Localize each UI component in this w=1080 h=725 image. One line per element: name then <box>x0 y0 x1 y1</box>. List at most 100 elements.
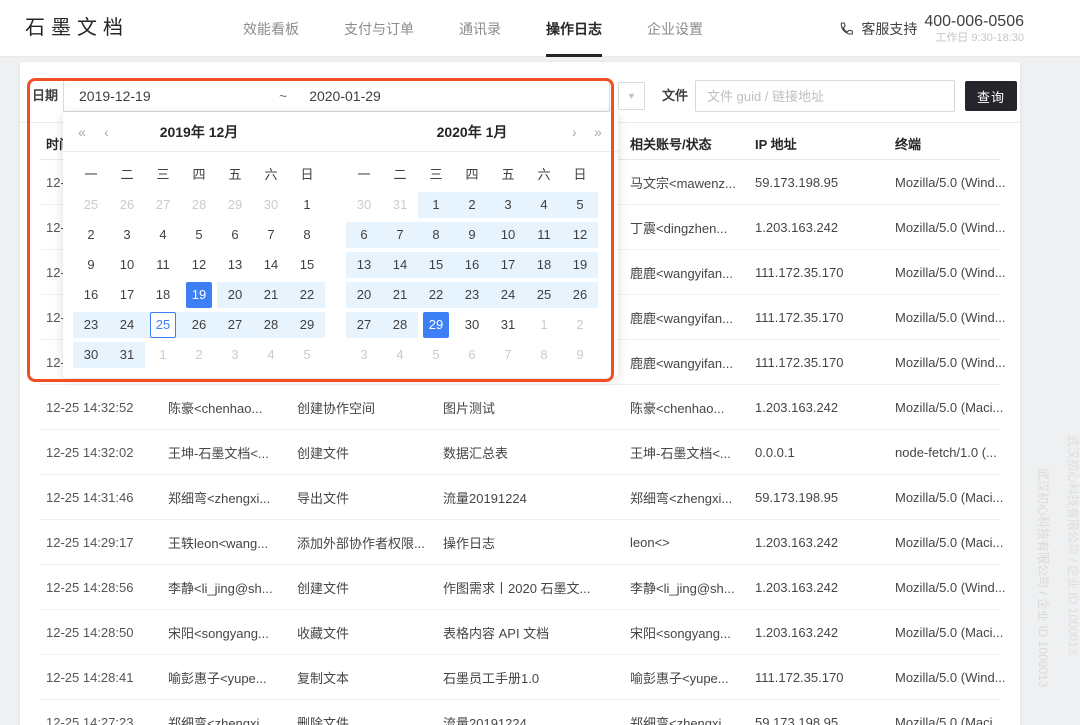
day-cell[interactable]: 5 <box>562 190 598 220</box>
day-cell[interactable]: 23 <box>454 280 490 310</box>
day-cell[interactable]: 30 <box>253 190 289 220</box>
day-cell[interactable]: 8 <box>526 340 562 370</box>
day-cell[interactable]: 1 <box>289 190 325 220</box>
day-cell[interactable]: 21 <box>253 280 289 310</box>
day-cell[interactable]: 26 <box>181 310 217 340</box>
day-cell[interactable]: 11 <box>145 250 181 280</box>
day-cell[interactable]: 17 <box>109 280 145 310</box>
day-cell[interactable]: 9 <box>73 250 109 280</box>
day-cell[interactable]: 2 <box>562 310 598 340</box>
day-cell[interactable]: 19 <box>562 250 598 280</box>
day-cell[interactable]: 22 <box>289 280 325 310</box>
day-cell[interactable]: 18 <box>145 280 181 310</box>
day-cell[interactable]: 16 <box>454 250 490 280</box>
day-cell[interactable]: 26 <box>109 190 145 220</box>
query-button[interactable]: 查询 <box>965 81 1017 111</box>
nav-tab-payments[interactable]: 支付与订单 <box>344 0 414 57</box>
day-cell[interactable]: 15 <box>418 250 454 280</box>
day-cell[interactable]: 17 <box>490 250 526 280</box>
day-cell[interactable]: 8 <box>289 220 325 250</box>
day-cell[interactable]: 12 <box>181 250 217 280</box>
day-cell[interactable]: 1 <box>418 190 454 220</box>
day-cell[interactable]: 15 <box>289 250 325 280</box>
day-cell[interactable]: 20 <box>217 280 253 310</box>
day-cell[interactable]: 4 <box>145 220 181 250</box>
day-cell[interactable]: 30 <box>73 340 109 370</box>
day-cell[interactable]: 14 <box>253 250 289 280</box>
day-cell[interactable]: 4 <box>382 340 418 370</box>
day-cell[interactable]: 3 <box>346 340 382 370</box>
day-cell[interactable]: 7 <box>253 220 289 250</box>
date-preset-select[interactable]: ▼ <box>618 82 645 110</box>
date-range-input[interactable]: 2019-12-19 ~ 2020-01-29 <box>63 80 610 112</box>
date-end-value[interactable]: 2020-01-29 <box>309 88 381 104</box>
day-cell[interactable]: 31 <box>490 310 526 340</box>
day-cell[interactable]: 26 <box>562 280 598 310</box>
day-cell[interactable]: 7 <box>490 340 526 370</box>
day-cell[interactable]: 5 <box>418 340 454 370</box>
day-cell[interactable]: 12 <box>562 220 598 250</box>
day-cell[interactable]: 16 <box>73 280 109 310</box>
day-cell[interactable]: 4 <box>526 190 562 220</box>
day-cell[interactable]: 10 <box>109 250 145 280</box>
day-cell[interactable]: 11 <box>526 220 562 250</box>
nav-tab-contacts[interactable]: 通讯录 <box>459 0 501 57</box>
day-cell[interactable]: 2 <box>73 220 109 250</box>
day-cell[interactable]: 2 <box>181 340 217 370</box>
day-cell[interactable]: 21 <box>382 280 418 310</box>
file-guid-input[interactable] <box>695 80 955 112</box>
day-cell[interactable]: 2 <box>454 190 490 220</box>
day-cell[interactable]: 28 <box>382 310 418 340</box>
day-cell[interactable]: 3 <box>217 340 253 370</box>
day-cell[interactable]: 25 <box>145 310 181 340</box>
day-cell[interactable]: 28 <box>253 310 289 340</box>
day-cell[interactable]: 29 <box>289 310 325 340</box>
day-cell[interactable]: 18 <box>526 250 562 280</box>
day-cell[interactable]: 29 <box>217 190 253 220</box>
day-cell[interactable]: 22 <box>418 280 454 310</box>
day-cell[interactable]: 1 <box>526 310 562 340</box>
day-cell[interactable]: 6 <box>454 340 490 370</box>
day-cell[interactable]: 3 <box>109 220 145 250</box>
day-cell[interactable]: 10 <box>490 220 526 250</box>
day-cell[interactable]: 6 <box>217 220 253 250</box>
day-cell[interactable]: 30 <box>346 190 382 220</box>
cell-terminal: Mozilla/5.0 (Wind... <box>895 565 1020 609</box>
next-month-icon[interactable]: › <box>572 112 577 152</box>
next-year-icon[interactable]: » <box>594 112 602 152</box>
day-cell[interactable]: 29 <box>418 310 454 340</box>
nav-tab-dashboard[interactable]: 效能看板 <box>243 0 299 57</box>
day-cell[interactable]: 5 <box>289 340 325 370</box>
date-start-value[interactable]: 2019-12-19 <box>79 88 279 104</box>
day-cell[interactable]: 19 <box>181 280 217 310</box>
day-cell[interactable]: 7 <box>382 220 418 250</box>
day-cell[interactable]: 20 <box>346 280 382 310</box>
day-cell[interactable]: 1 <box>145 340 181 370</box>
day-cell[interactable]: 9 <box>562 340 598 370</box>
day-cell[interactable]: 27 <box>346 310 382 340</box>
day-cell[interactable]: 9 <box>454 220 490 250</box>
day-cell[interactable]: 3 <box>490 190 526 220</box>
day-cell[interactable]: 31 <box>109 340 145 370</box>
day-cell[interactable]: 6 <box>346 220 382 250</box>
day-cell[interactable]: 4 <box>253 340 289 370</box>
day-cell[interactable]: 27 <box>217 310 253 340</box>
day-cell[interactable]: 8 <box>418 220 454 250</box>
day-cell[interactable]: 23 <box>73 310 109 340</box>
day-cell[interactable]: 30 <box>454 310 490 340</box>
nav-tab-operation-log[interactable]: 操作日志 <box>546 0 602 57</box>
day-cell[interactable]: 25 <box>526 280 562 310</box>
company-watermark: 武汉初心科技有限公司 / 企业 ID 1000013 <box>1035 468 1052 687</box>
day-cell[interactable]: 24 <box>490 280 526 310</box>
day-cell[interactable]: 28 <box>181 190 217 220</box>
day-cell[interactable]: 31 <box>382 190 418 220</box>
day-cell[interactable]: 24 <box>109 310 145 340</box>
cell-ip: 111.172.35.170 <box>755 655 893 699</box>
day-cell[interactable]: 13 <box>217 250 253 280</box>
day-cell[interactable]: 13 <box>346 250 382 280</box>
nav-tab-enterprise-settings[interactable]: 企业设置 <box>647 0 703 57</box>
day-cell[interactable]: 14 <box>382 250 418 280</box>
day-cell[interactable]: 5 <box>181 220 217 250</box>
day-cell[interactable]: 25 <box>73 190 109 220</box>
day-cell[interactable]: 27 <box>145 190 181 220</box>
